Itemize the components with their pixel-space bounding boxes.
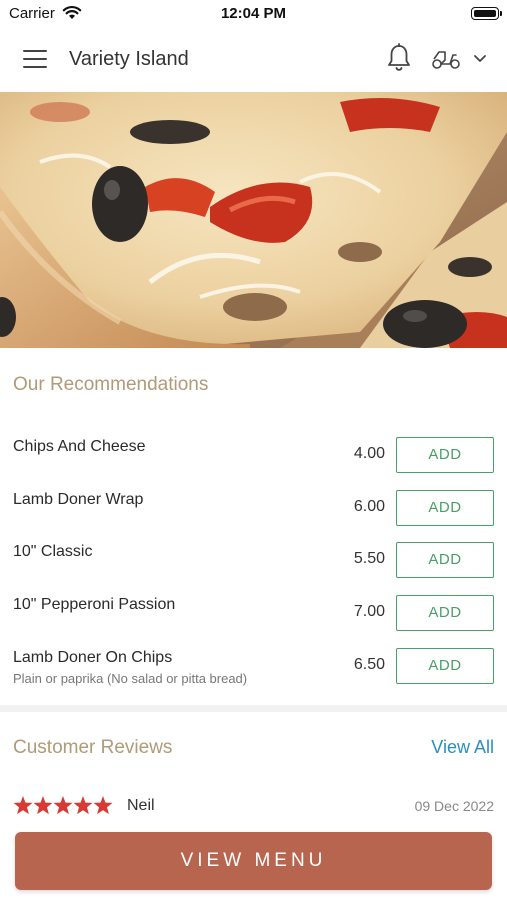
star-icon (33, 796, 53, 815)
status-time: 12:04 PM (220, 5, 287, 22)
view-menu-button[interactable]: VIEW MENU (15, 832, 492, 890)
recommendation-item: 10" Classic 5.50 ADD (0, 534, 507, 586)
hamburger-menu-icon[interactable] (23, 50, 47, 68)
star-icon (93, 796, 113, 815)
restaurant-title: Variety Island (69, 48, 189, 70)
view-all-reviews-link[interactable]: View All (431, 737, 494, 758)
add-button[interactable]: ADD (396, 595, 494, 631)
add-button[interactable]: ADD (396, 648, 494, 684)
item-price: 7.00 (353, 603, 385, 620)
review-date: 09 Dec 2022 (414, 798, 494, 814)
item-name: Lamb Doner Wrap (13, 491, 144, 508)
item-name: Chips And Cheese (13, 438, 146, 455)
recommendation-item: 10" Pepperoni Passion 7.00 ADD (0, 587, 507, 639)
section-divider (0, 705, 507, 712)
item-description: Plain or paprika (No salad or pitta brea… (13, 671, 248, 686)
bell-icon[interactable] (386, 43, 412, 73)
recommendation-item: Lamb Doner Wrap 6.00 ADD (0, 482, 507, 534)
add-button[interactable]: ADD (396, 542, 494, 578)
item-name: 10" Pepperoni Passion (13, 596, 176, 613)
chevron-down-icon[interactable] (473, 54, 487, 64)
recommendation-item: Lamb Doner On Chips Plain or paprika (No… (0, 640, 507, 692)
reviews-heading: Customer Reviews (13, 737, 173, 758)
star-icon (73, 796, 93, 815)
star-icon (13, 796, 33, 815)
battery-cap (500, 11, 502, 16)
item-price: 4.00 (353, 445, 385, 462)
app-header: Variety Island (0, 28, 507, 92)
star-rating (13, 796, 113, 815)
add-button[interactable]: ADD (396, 437, 494, 473)
recommendation-item: Chips And Cheese 4.00 ADD (0, 429, 507, 481)
star-icon (53, 796, 73, 815)
hero-pizza-image (0, 92, 507, 348)
item-price: 5.50 (353, 550, 385, 567)
add-button[interactable]: ADD (396, 490, 494, 526)
reviewer-name: Neil (127, 797, 155, 814)
item-name: 10" Classic (13, 543, 93, 560)
recommendations-heading: Our Recommendations (13, 374, 209, 395)
scooter-icon[interactable] (431, 48, 461, 70)
battery-icon (471, 7, 499, 20)
status-bar: Carrier 12:04 PM (0, 0, 507, 28)
pizza-illustration (0, 92, 507, 348)
item-price: 6.50 (353, 656, 385, 673)
item-price: 6.00 (353, 498, 385, 515)
item-name: Lamb Doner On Chips (13, 649, 173, 666)
